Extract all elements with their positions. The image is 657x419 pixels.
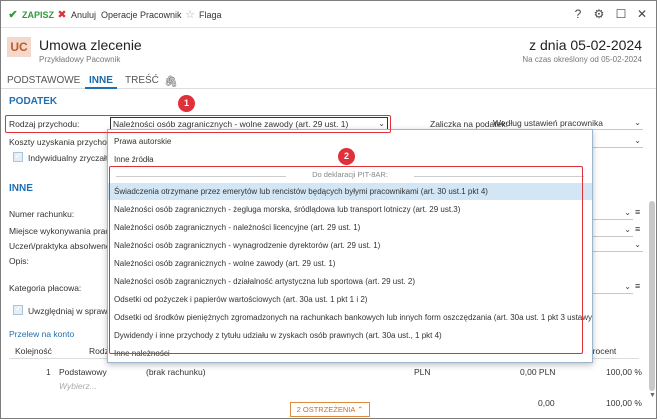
gear-icon[interactable]: ⚙ [591,6,607,22]
operations-menu[interactable]: Operacje [101,8,138,22]
main-window: ✔ ZAPISZ ✖ Anuluj Operacje Pracownik ☆ Flag… [0,0,657,419]
tab-podstawowe[interactable]: PODSTAWOWE [7,75,80,86]
section-inne: INNE [9,183,33,194]
dropdown-item[interactable]: Prawa autorskie [108,133,592,150]
indywidualny-checkbox[interactable] [13,151,23,162]
active-tab-indicator [85,87,117,89]
numer-label: Numer rachunku: [9,209,75,219]
chevron-down-icon: ⌄ [634,136,641,145]
star-icon: ☆ [185,9,195,21]
table-cell: 1 [46,367,51,377]
chevron-down-icon: ⌄ [624,208,631,217]
koszty-label: Koszty uzyskania przychodu [9,137,117,147]
scroll-down-icon[interactable]: ▼ [649,392,656,399]
page-title: Umowa zlecenie [39,37,142,53]
miejsce-select[interactable]: ⌄ [593,224,633,237]
document-date-sub: Na czas określony od 05-02-2024 [522,55,642,64]
warnings-button[interactable]: 2 OSTRZEŻENIA ⌃ [290,402,370,417]
tab-inne[interactable]: INNE [89,75,113,86]
flag-button[interactable]: ☆ Flaga [184,8,221,22]
table-cell[interactable]: Podstawowy [59,367,107,377]
cancel-button[interactable]: ✖ Anuluj [56,8,96,22]
table-cell: 100,00 % [606,367,642,377]
table-footer-percent: 100,00 % [606,398,642,408]
chevron-up-icon: ⌃ [357,405,364,414]
document-date: z dnia 05-02-2024 [529,37,642,53]
check-icon: ✔ [8,9,18,21]
uwzgledniaj-checkbox[interactable] [13,304,23,315]
miejsce-label: Miejsce wykonywania pracy: [9,226,117,236]
highlight-box-1 [5,115,391,133]
highlight-box-2 [109,166,583,354]
paperclip-icon[interactable]: 🖇 [164,75,178,88]
tab-tresc[interactable]: TREŚĆ [125,75,159,86]
uczen-select[interactable]: ⌄ [593,239,643,252]
chevron-down-icon: ⌄ [624,282,631,291]
chevron-down-icon: ⌄ [624,225,631,234]
window-icon[interactable]: ☐ [613,6,629,22]
annotation-marker-1: 1 [178,95,195,112]
table-footer-amount: 0,00 [538,398,555,408]
table-cell: PLN [414,367,431,377]
new-row-input[interactable]: Wybierz... [59,381,97,391]
tab-bar: PODSTAWOWE INNE TREŚĆ 🖇 [1,73,656,89]
kategoria-label: Kategoria płacowa: [9,283,82,293]
koszty-select[interactable]: ⌄ [593,135,643,148]
document-badge: UC [7,37,31,57]
indywidualny-label: Indywidualny zryczałtow [28,153,120,163]
chevron-down-icon: ⌄ [634,240,641,249]
table-cell: 0,00 PLN [520,367,556,377]
save-button[interactable]: ✔ ZAPISZ [7,8,54,22]
numer-select[interactable]: ⌄ [593,207,633,220]
scrollbar[interactable] [649,201,655,391]
uczen-label: Uczeń/praktyka absolwencka [9,241,120,251]
worker-menu[interactable]: Pracownik [140,8,182,22]
kategoria-select[interactable]: ⌄ [593,281,633,294]
annotation-marker-2: 2 [338,148,355,165]
chevron-down-icon: ⌄ [634,118,641,127]
toolbar: ✔ ZAPISZ ✖ Anuluj Operacje Pracownik ☆ Flag… [1,1,656,28]
menu-icon[interactable]: ≡ [635,207,640,217]
menu-icon[interactable]: ≡ [635,224,640,234]
close-icon[interactable]: ✕ [634,6,650,22]
table-cell: (brak rachunku) [146,367,206,377]
section-podatek: PODATEK [9,96,58,107]
close-icon: ✖ [57,9,67,21]
przelew-link[interactable]: Przelew na konto [9,329,74,339]
menu-icon[interactable]: ≡ [635,281,640,291]
column-header: Kolejność [15,346,52,356]
opis-label: Opis: [9,256,29,266]
help-button[interactable]: ? [570,6,586,22]
page-subtitle: Przykładowy Pacownik [39,55,121,64]
